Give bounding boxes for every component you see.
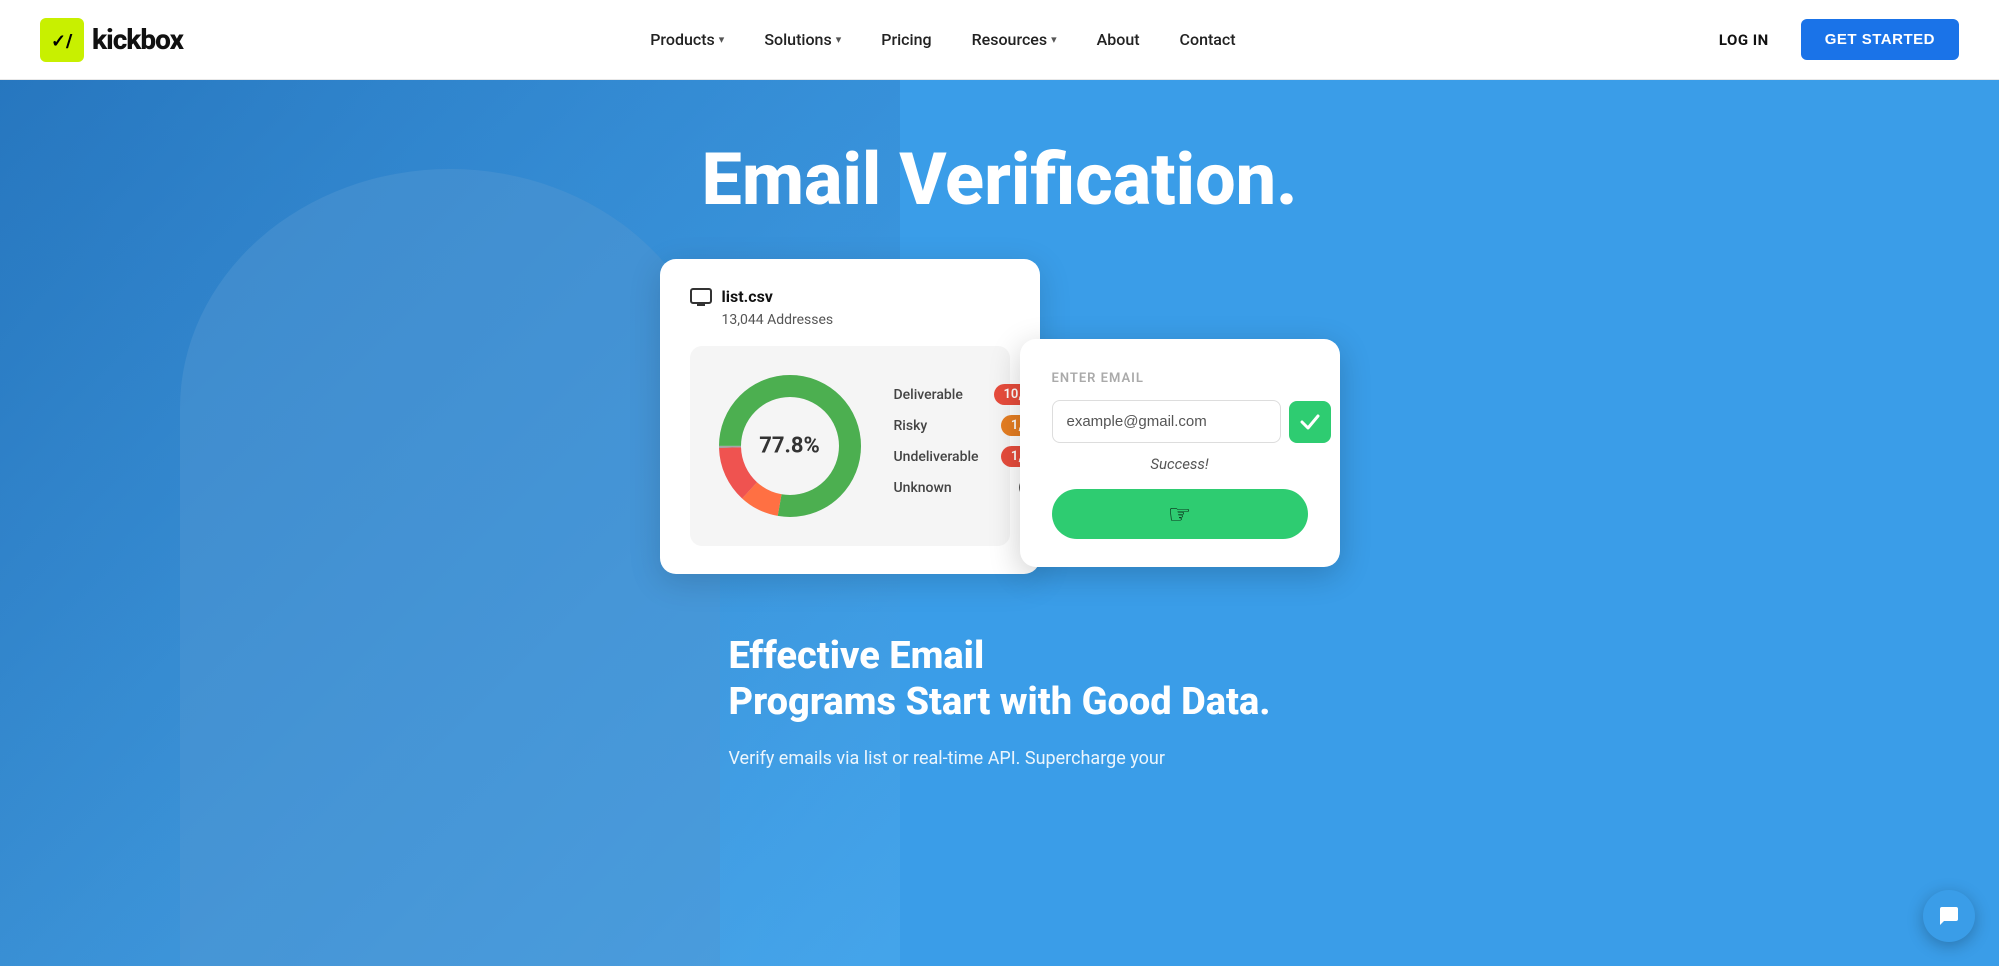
email-input-row [1052,400,1308,443]
donut-percent-label: 77.8% [759,434,820,459]
enter-email-label: ENTER EMAIL [1052,371,1308,386]
login-button[interactable]: LOG IN [1703,23,1785,57]
svg-text:✓/: ✓/ [51,31,73,52]
nav-menu: Products ▾ Solutions ▾ Pricing Resources… [632,22,1253,57]
cards-area: list.csv 13,044 Addresses [660,259,1340,574]
cursor-icon: ☞ [1168,499,1191,530]
hero-bottom-text: Effective EmailPrograms Start with Good … [528,594,1470,774]
chevron-down-icon: ▾ [1051,33,1057,46]
logo-area: ✓/ kickbox [40,18,183,62]
hero-title: Email Verification. [701,140,1297,219]
chevron-down-icon: ▾ [719,33,725,46]
checkmark-icon [1300,414,1320,430]
logo-icon: ✓/ [40,18,84,62]
nav-about[interactable]: About [1079,22,1158,57]
monitor-icon [690,288,712,306]
chat-support-button[interactable] [1923,890,1975,942]
chat-icon [1937,904,1961,928]
file-name: list.csv [722,287,773,306]
nav-contact[interactable]: Contact [1162,22,1254,57]
hero-section: Email Verification. list.csv 13,044 Addr… [0,80,1999,966]
csv-analysis-card: list.csv 13,044 Addresses [660,259,1040,574]
logo-text[interactable]: kickbox [92,23,183,56]
nav-solutions[interactable]: Solutions ▾ [746,22,859,57]
donut-area: 77.8% Deliverable 10,160 Risky 1,175 Und… [690,346,1010,546]
email-verification-card: ENTER EMAIL Success! ☞ [1020,339,1340,567]
check-email-button[interactable] [1289,401,1331,443]
nav-resources[interactable]: Resources ▾ [954,22,1075,57]
donut-chart: 77.8% [710,366,870,526]
hero-content: Email Verification. list.csv 13,044 Addr… [0,80,1999,774]
nav-pricing[interactable]: Pricing [863,22,949,57]
chevron-down-icon: ▾ [836,33,842,46]
csv-card-header: list.csv [690,287,1010,306]
hero-subtitle: Effective EmailPrograms Start with Good … [728,634,1270,725]
navbar: ✓/ kickbox Products ▾ Solutions ▾ Pricin… [0,0,1999,80]
address-count: 13,044 Addresses [690,312,1010,328]
email-input[interactable] [1052,400,1281,443]
verify-button[interactable]: ☞ [1052,489,1308,539]
nav-products[interactable]: Products ▾ [632,22,742,57]
hero-description: Verify emails via list or real-time API.… [728,745,1270,774]
success-message: Success! [1052,455,1308,473]
navbar-actions: LOG IN GET STARTED [1703,19,1959,60]
get-started-button[interactable]: GET STARTED [1801,19,1959,60]
